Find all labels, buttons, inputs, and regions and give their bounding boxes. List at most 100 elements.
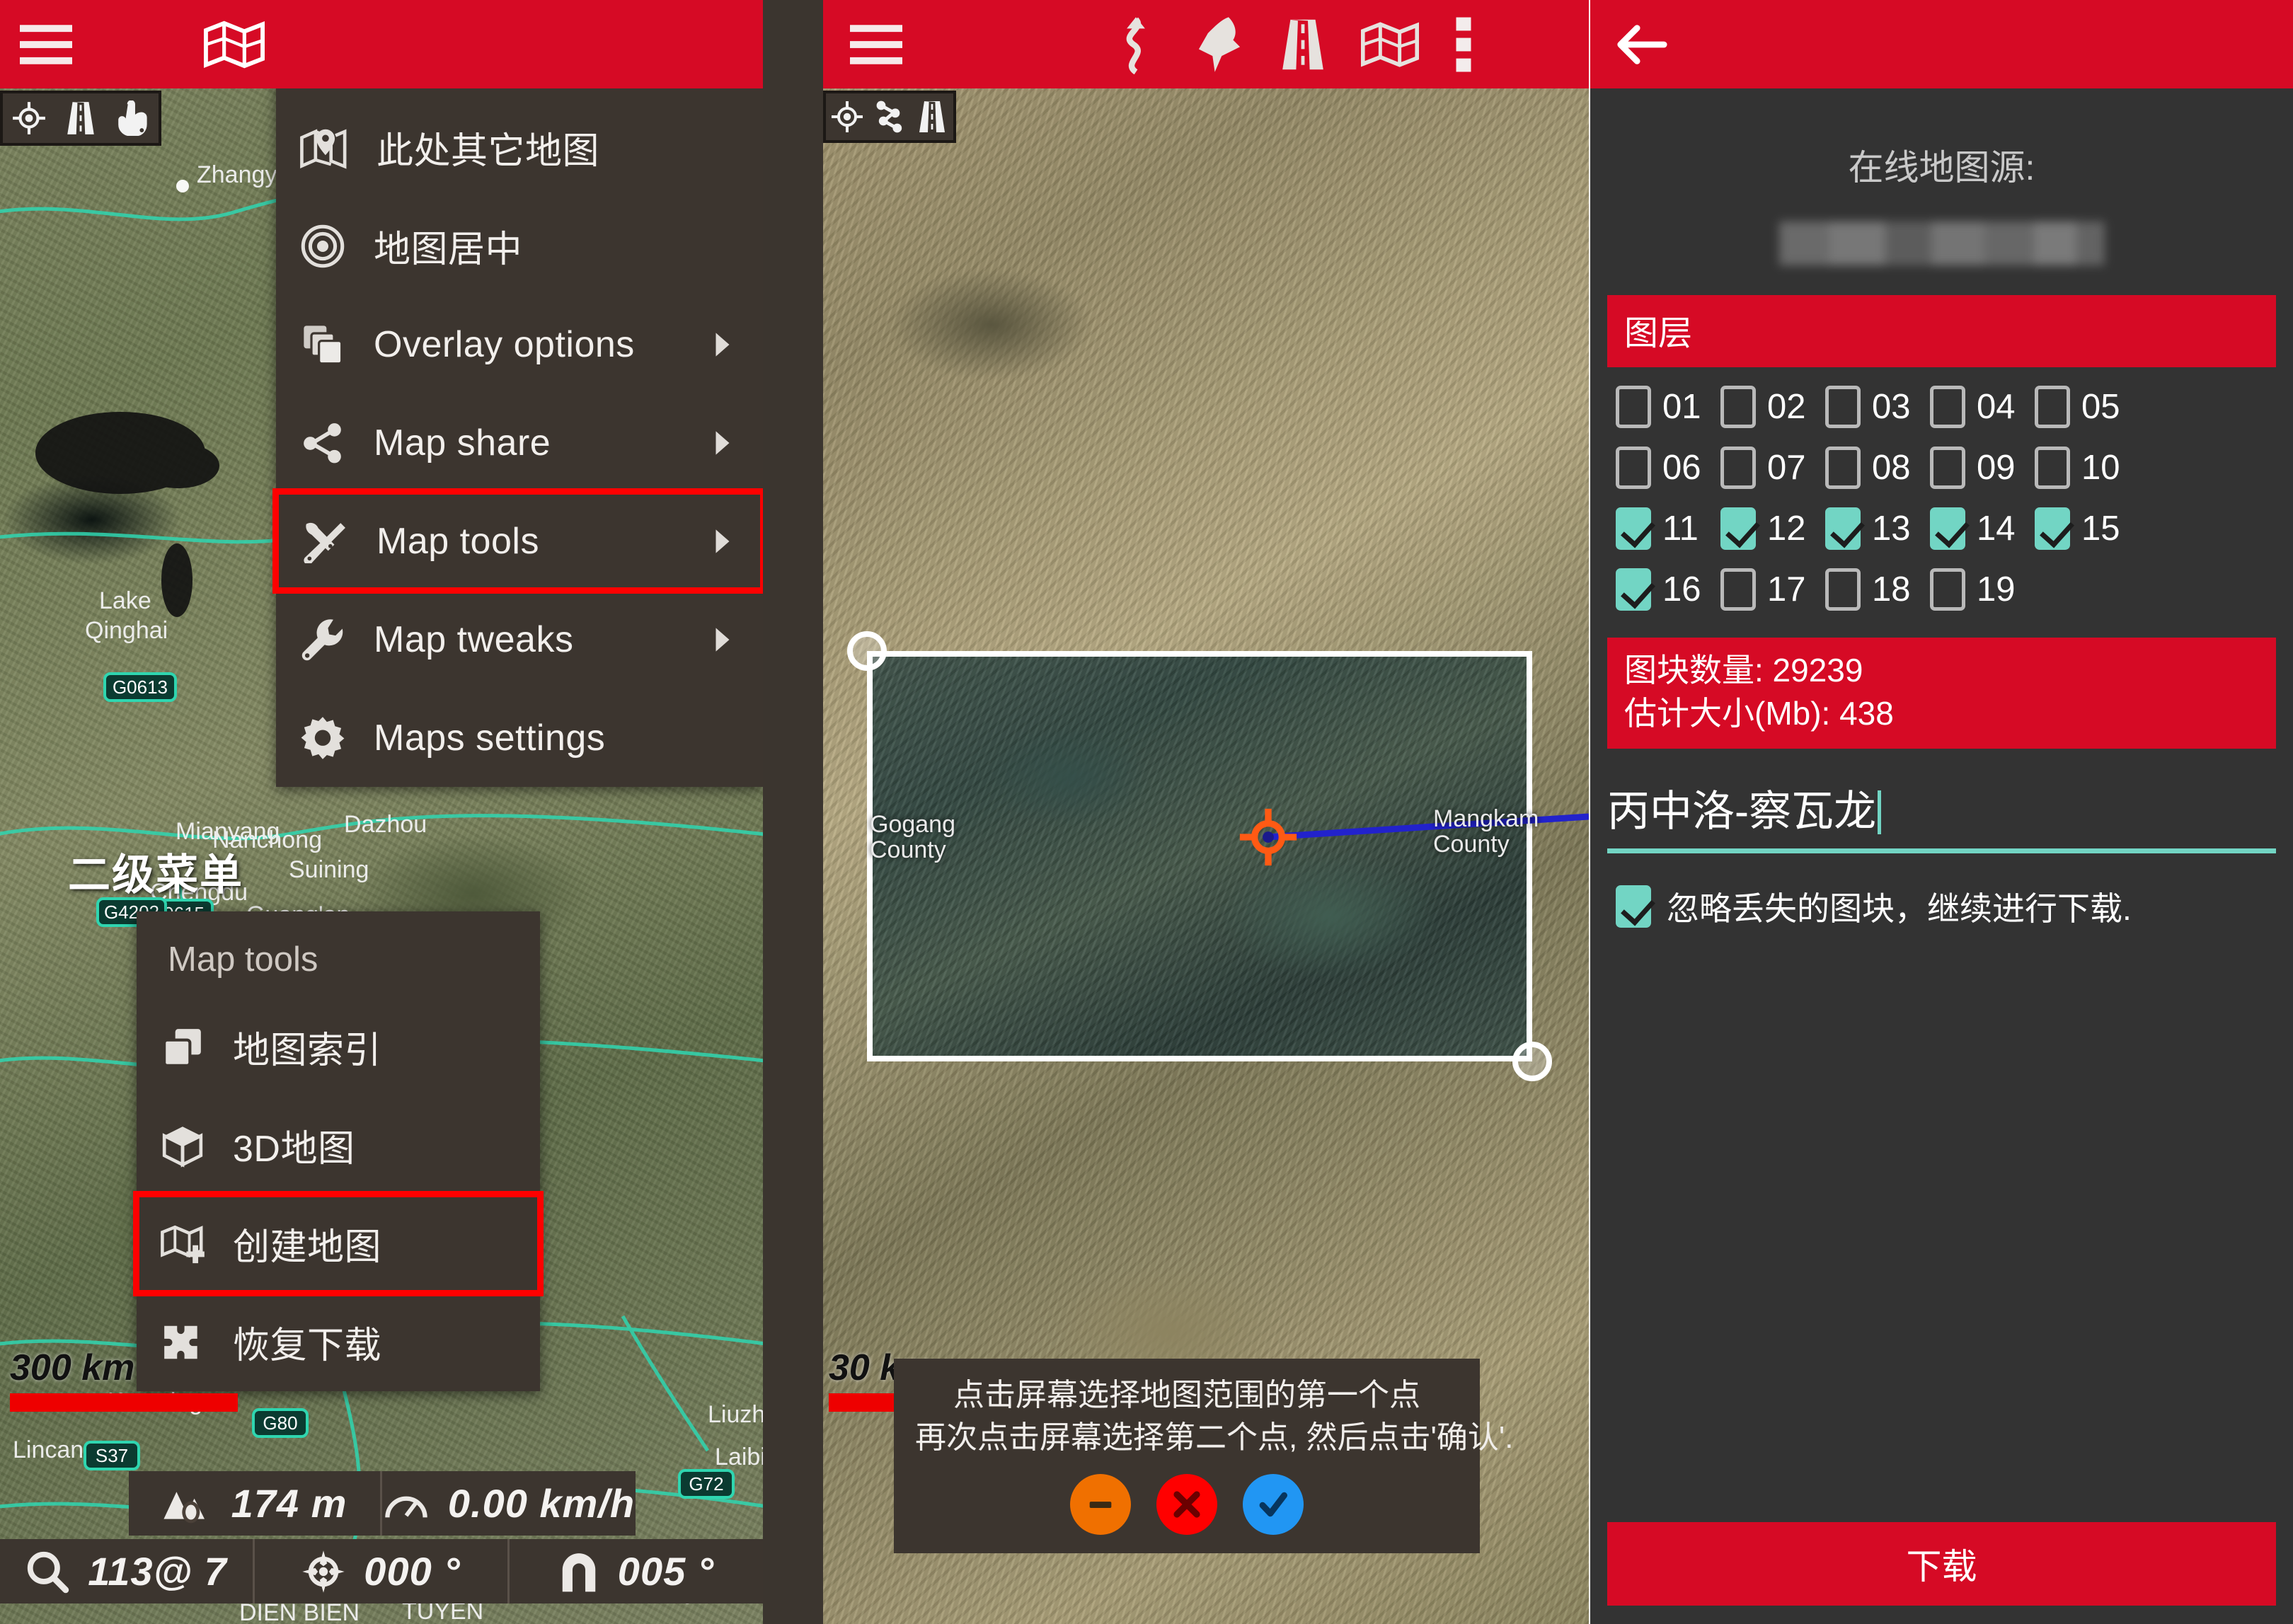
scale-label: 300 km	[10, 1347, 236, 1389]
magnetic-pill[interactable]: 005 °	[510, 1539, 763, 1603]
map-pin-icon	[300, 127, 348, 169]
menu-item-[interactable]: 地图居中	[276, 197, 763, 295]
submenu-item-map-index[interactable]: 地图索引	[137, 998, 540, 1096]
bearing-pill[interactable]: 000 °	[255, 1539, 510, 1603]
zoom-pill[interactable]: 113@ 7	[0, 1539, 255, 1603]
download-button[interactable]: 下载	[1607, 1522, 2276, 1606]
map-fold-icon[interactable]	[1361, 19, 1419, 70]
layer-checkbox-12[interactable]	[1720, 507, 1756, 550]
layer-cell-14[interactable]: 14	[1930, 507, 2035, 550]
layer-checkbox-05[interactable]	[2035, 386, 2070, 428]
layer-cell-02[interactable]: 02	[1720, 386, 1825, 428]
track-squiggle-icon[interactable]	[1115, 15, 1157, 74]
layer-label: 12	[1767, 509, 1806, 548]
altitude-value: 174 m	[231, 1480, 347, 1526]
layer-checkbox-11[interactable]	[1616, 507, 1651, 550]
magnifier-icon	[25, 1550, 69, 1594]
panel-gutter-1	[763, 0, 823, 1624]
layer-cell-13[interactable]: 13	[1825, 507, 1930, 550]
layer-checkbox-19[interactable]	[1930, 568, 1965, 611]
cancel-button[interactable]	[1156, 1474, 1217, 1535]
ignore-missing-checkbox[interactable]	[1616, 885, 1651, 928]
layer-label: 18	[1872, 570, 1911, 609]
layer-checkbox-13[interactable]	[1825, 507, 1861, 550]
layer-cell-08[interactable]: 08	[1825, 447, 1930, 489]
layer-checkbox-08[interactable]	[1825, 447, 1861, 489]
menu-item-label: Map share	[374, 422, 551, 464]
layer-cell-19[interactable]: 19	[1930, 568, 2035, 611]
menu-item-map-share[interactable]: Map share	[276, 393, 763, 492]
road-icon[interactable]	[1280, 16, 1326, 73]
instruction-line-1: 点击屏幕选择地图范围的第一个点	[915, 1374, 1459, 1417]
svg-text:Liuzhou: Liuzhou	[708, 1401, 763, 1428]
speed-pill[interactable]: 0.00 km/h	[382, 1471, 636, 1536]
layer-cell-06[interactable]: 06	[1616, 447, 1720, 489]
layer-checkbox-14[interactable]	[1930, 507, 1965, 550]
layer-cell-12[interactable]: 12	[1720, 507, 1825, 550]
layer-cell-03[interactable]: 03	[1825, 386, 1930, 428]
map-name-underline	[1607, 848, 2276, 853]
layer-checkbox-16[interactable]	[1616, 568, 1651, 611]
layer-checkbox-03[interactable]	[1825, 386, 1861, 428]
svg-text:G0613: G0613	[113, 676, 168, 698]
overflow-dots-icon[interactable]	[1456, 15, 1471, 74]
layers-icon	[300, 322, 345, 367]
road-icon[interactable]	[54, 100, 106, 136]
hamburger-icon[interactable]	[850, 25, 902, 64]
altitude-pill[interactable]: 174 m	[129, 1471, 382, 1536]
menu-item-map-tools[interactable]: Map tools	[276, 492, 763, 590]
minus-button[interactable]	[1070, 1474, 1131, 1535]
layer-checkbox-04[interactable]	[1930, 386, 1965, 428]
layer-checkbox-10[interactable]	[2035, 447, 2070, 489]
layer-checkbox-18[interactable]	[1825, 568, 1861, 611]
selection-instruction-dialog: 点击屏幕选择地图范围的第一个点 再次点击屏幕选择第二个点, 然后点击'确认'.	[894, 1359, 1480, 1553]
layer-cell-07[interactable]: 07	[1720, 447, 1825, 489]
bearing-value: 000 °	[364, 1548, 460, 1594]
layer-cell-04[interactable]: 04	[1930, 386, 2035, 428]
layer-cell-17[interactable]: 17	[1720, 568, 1825, 611]
main-map-menu: 切换地图此处其它地图地图居中Overlay optionsMap shareMa…	[276, 0, 763, 787]
layer-cell-11[interactable]: 11	[1616, 507, 1720, 550]
menu-item-maps-settings[interactable]: Maps settings	[276, 689, 763, 787]
chevron-right-icon	[712, 331, 733, 358]
layer-label: 05	[2081, 387, 2120, 427]
layer-cell-16[interactable]: 16	[1616, 568, 1720, 611]
layer-label: 14	[1977, 509, 2016, 548]
layer-checkbox-17[interactable]	[1720, 568, 1756, 611]
submenu-item-3d-map[interactable]: 3D地图	[137, 1096, 540, 1194]
chevron-right-icon	[712, 430, 733, 456]
svg-text:Suining: Suining	[289, 856, 369, 883]
menu-item-map-tweaks[interactable]: Map tweaks	[276, 590, 763, 689]
layer-checkbox-07[interactable]	[1720, 447, 1756, 489]
map-fold-icon[interactable]	[204, 19, 265, 70]
ignore-missing-label: 忽略丢失的图块，继续进行下载.	[1667, 883, 2132, 930]
layer-checkbox-02[interactable]	[1720, 386, 1756, 428]
layer-cell-01[interactable]: 01	[1616, 386, 1720, 428]
arrow-left-icon[interactable]	[1614, 23, 1668, 67]
menu-item-[interactable]: 此处其它地图	[276, 98, 763, 197]
layer-checkbox-09[interactable]	[1930, 447, 1965, 489]
layer-cell-15[interactable]: 15	[2035, 507, 2139, 550]
layer-checkbox-15[interactable]	[2035, 507, 2070, 550]
layer-cell-10[interactable]: 10	[2035, 447, 2139, 489]
layer-checkbox-01[interactable]	[1616, 386, 1651, 428]
map-name-field[interactable]: 丙中洛-察瓦龙	[1607, 777, 2276, 853]
mountain-icon	[162, 1483, 213, 1524]
gauge-icon	[383, 1483, 430, 1524]
pin-icon[interactable]	[1194, 15, 1245, 74]
menu-item-overlay-options[interactable]: Overlay options	[276, 295, 763, 393]
layer-checkbox-06[interactable]	[1616, 447, 1651, 489]
layer-cell-18[interactable]: 18	[1825, 568, 1930, 611]
layers-section-header: 图层	[1607, 295, 2276, 367]
zoom-value: 113@ 7	[88, 1548, 227, 1594]
confirm-button[interactable]	[1243, 1474, 1304, 1535]
panel2-appbar	[823, 0, 1589, 88]
status-row-bottom: 113@ 7 000 ° 005 °	[0, 1539, 763, 1603]
hamburger-icon[interactable]	[20, 25, 72, 64]
ignore-missing-tiles-row[interactable]: 忽略丢失的图块，继续进行下载.	[1607, 883, 2276, 930]
layer-cell-05[interactable]: 05	[2035, 386, 2139, 428]
crosshair-target-icon[interactable]	[3, 100, 54, 136]
hand-pointer-icon[interactable]	[107, 100, 159, 136]
layer-cell-09[interactable]: 09	[1930, 447, 2035, 489]
submenu-item-create-map[interactable]: 创建地图	[137, 1194, 540, 1293]
